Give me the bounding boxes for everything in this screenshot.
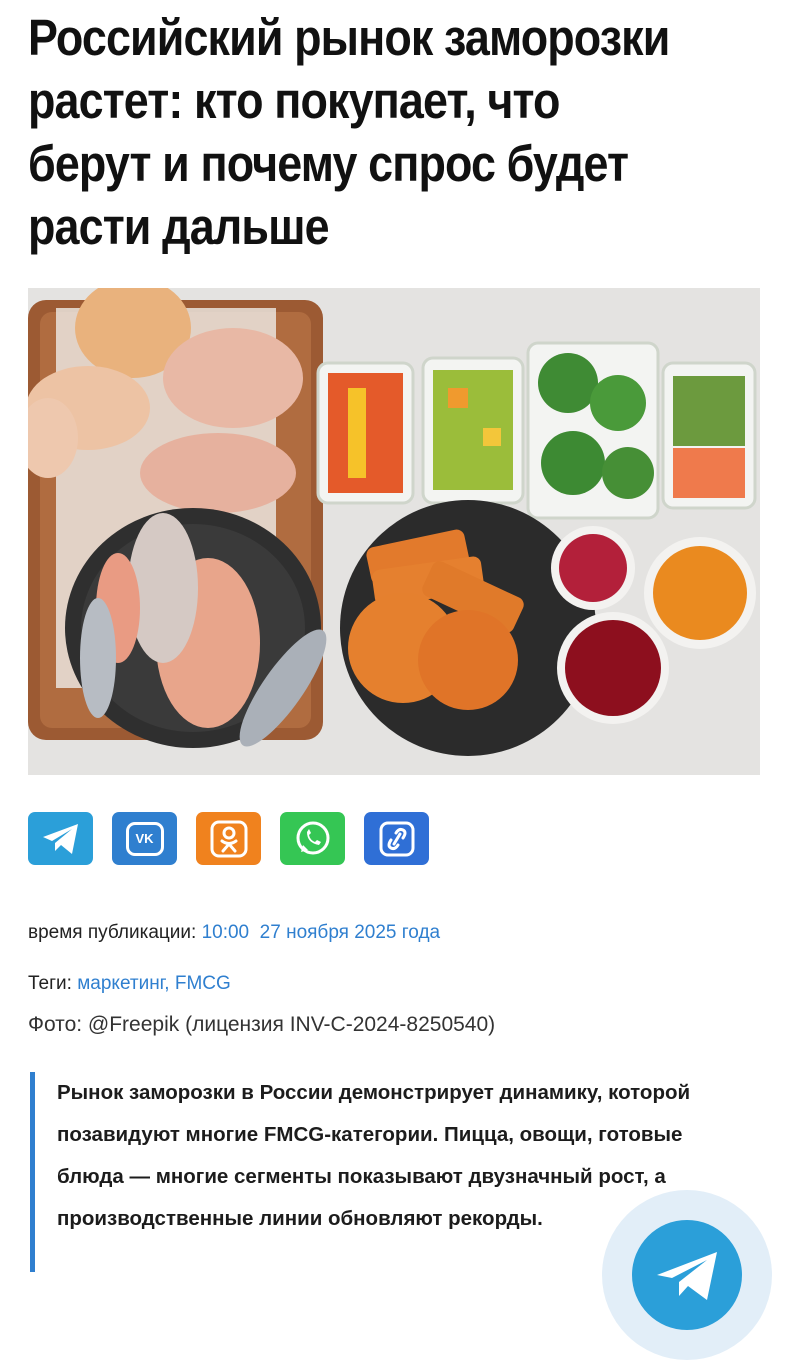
ok-icon (210, 820, 247, 857)
share-vk-button[interactable]: VK (112, 812, 177, 865)
telegram-float-circle (632, 1220, 742, 1330)
telegram-float-icon (657, 1252, 717, 1300)
tags-links[interactable]: маркетинг, FMCG (77, 973, 231, 994)
share-bar: VK (28, 812, 429, 865)
publication-time-label: время публикации: (28, 922, 197, 943)
vk-icon-label: VK (135, 831, 154, 846)
tags-label: Теги: (28, 973, 72, 994)
publication-time-value[interactable]: 10:00 (202, 922, 250, 943)
whatsapp-icon (296, 821, 329, 854)
photo-credit: Фото: @Freepik (лицензия INV-C-2024-8250… (28, 1013, 496, 1036)
publication-time: время публикации: 10:00 27 ноября 2025 г… (28, 922, 440, 944)
article-title: Российский рынок заморозки растет: кто п… (28, 9, 670, 255)
share-whatsapp-button[interactable] (280, 812, 345, 865)
article-hero-image (28, 288, 760, 775)
vk-icon: VK (125, 821, 164, 856)
link-icon (379, 821, 414, 856)
share-copy-link-button[interactable] (364, 812, 429, 865)
telegram-float-button[interactable] (602, 1190, 772, 1360)
share-telegram-button[interactable] (28, 812, 93, 865)
share-ok-button[interactable] (196, 812, 261, 865)
telegram-icon (42, 823, 78, 854)
publication-date-value[interactable]: 27 ноября 2025 года (260, 922, 440, 943)
tags-row: Теги: маркетинг, FMCG (28, 973, 231, 995)
